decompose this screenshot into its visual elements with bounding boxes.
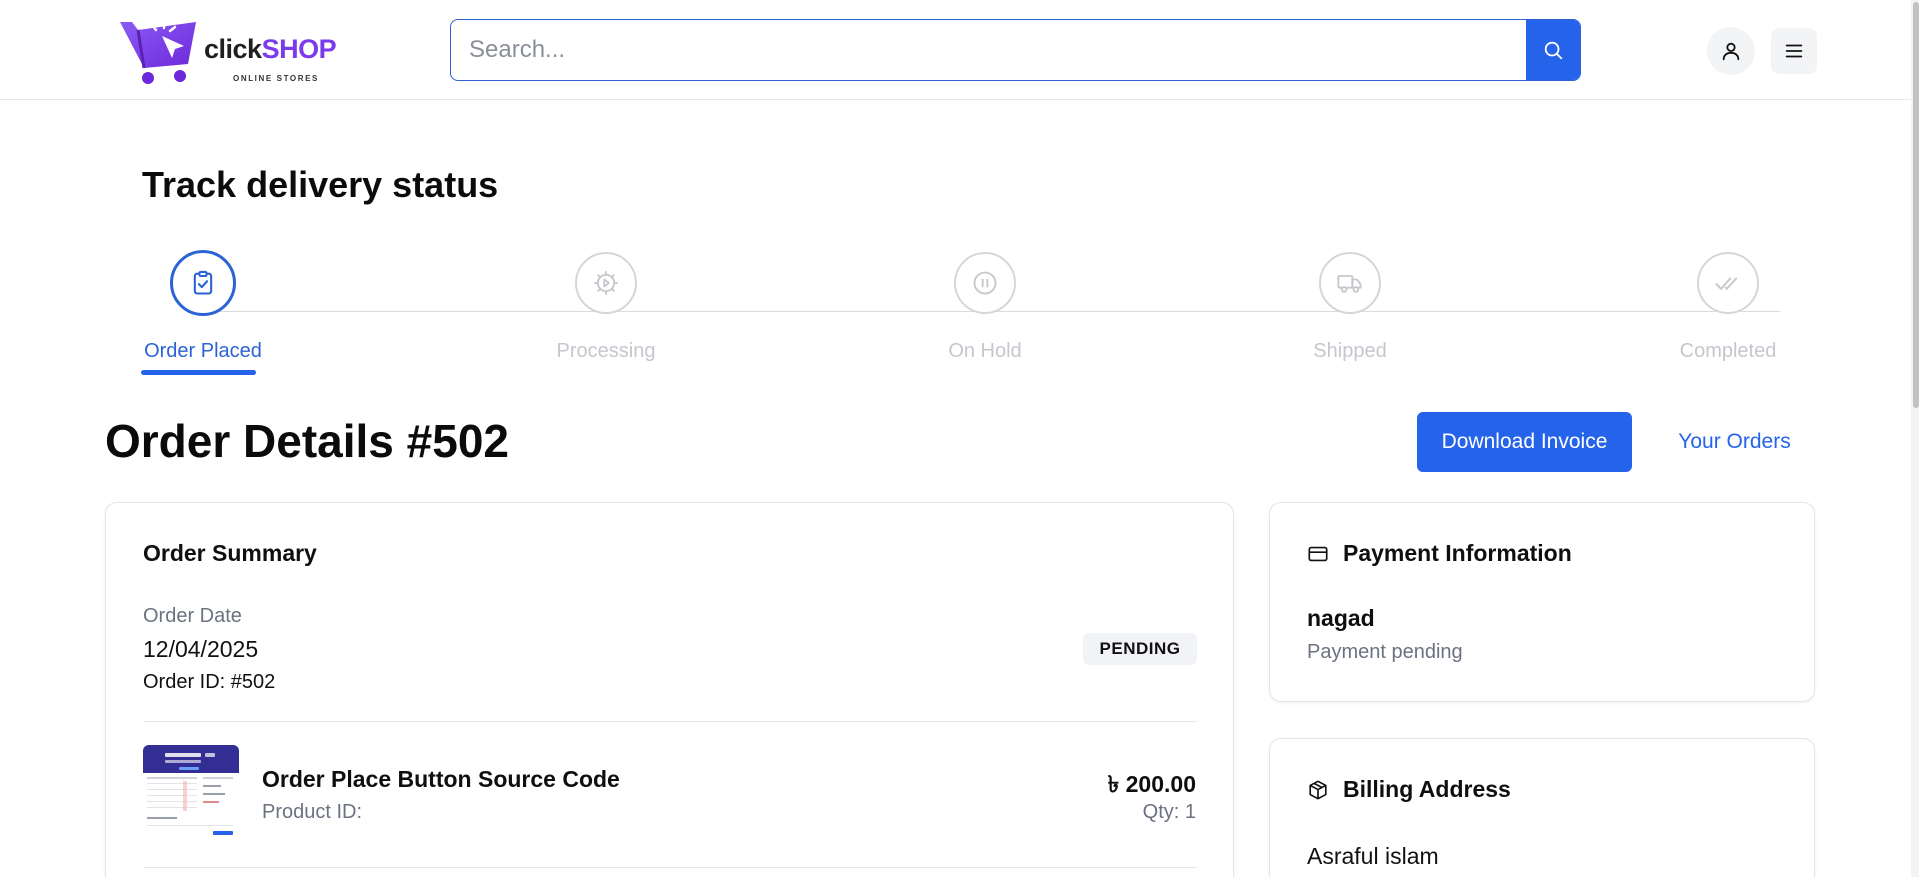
- product-screenshot-image: [143, 745, 239, 841]
- hamburger-menu-icon: [1785, 44, 1803, 58]
- gear-play-icon: [593, 270, 619, 296]
- payment-method: nagad: [1307, 605, 1375, 631]
- double-check-icon: [1715, 277, 1738, 290]
- step-circle: [575, 252, 637, 314]
- download-invoice-button[interactable]: Download Invoice: [1417, 412, 1632, 472]
- product-quantity: Qty: 1: [1142, 801, 1196, 823]
- user-account-button[interactable]: [1707, 27, 1755, 75]
- search-icon: [1544, 41, 1563, 60]
- order-date-value: 12/04/2025: [143, 636, 259, 662]
- pause-icon: [973, 271, 997, 295]
- step-label: Shipped: [1313, 340, 1387, 362]
- order-summary-title: Order Summary: [143, 540, 317, 566]
- user-icon: [1722, 42, 1740, 61]
- track-delivery-title: Track delivery status: [142, 164, 499, 205]
- logo-word-click: click: [204, 34, 262, 64]
- search-input[interactable]: [451, 20, 1508, 80]
- payment-information-title: Payment Information: [1343, 540, 1572, 566]
- search-button[interactable]: [1526, 20, 1580, 80]
- step-circle: [1697, 252, 1759, 314]
- your-orders-link[interactable]: Your Orders: [1657, 430, 1812, 454]
- step-completed[interactable]: Completed: [1638, 252, 1818, 372]
- logo-wordmark: clickSHOP ONLINE STORES: [204, 34, 337, 83]
- item-divider: [143, 867, 1197, 868]
- product-price: ৳ 200.00: [1107, 771, 1196, 797]
- page-scrollbar[interactable]: [1911, 0, 1919, 877]
- clickshop-logo[interactable]: clickSHOP ONLINE STORES: [118, 16, 337, 86]
- step-label: Processing: [556, 340, 656, 362]
- summary-divider: [143, 721, 1197, 722]
- status-badge: PENDING: [1083, 633, 1197, 665]
- step-shipped[interactable]: Shipped: [1260, 252, 1440, 372]
- active-step-indicator: [141, 370, 256, 375]
- product-name[interactable]: Order Place Button Source Code: [262, 766, 620, 793]
- order-id: Order ID: #502: [143, 671, 276, 693]
- billing-name: Asraful islam: [1307, 843, 1439, 869]
- step-label: On Hold: [948, 340, 1022, 362]
- package-icon: [1307, 779, 1329, 801]
- truck-icon: [1337, 275, 1362, 293]
- logo-subtitle: ONLINE STORES: [233, 74, 319, 83]
- clipboard-check-icon: [193, 270, 213, 295]
- scrollbar-thumb[interactable]: [1913, 2, 1919, 408]
- billing-address-heading: Billing Address: [1307, 776, 1511, 803]
- billing-address-card: Billing Address Asraful islam: [1269, 738, 1815, 877]
- order-date-label: Order Date: [143, 605, 242, 627]
- logo-word-shop: SHOP: [261, 34, 337, 64]
- step-on-hold[interactable]: On Hold: [895, 252, 1075, 372]
- cart-logo-icon: [120, 19, 196, 84]
- order-summary-card: Order Summary Order Date 12/04/2025 Orde…: [105, 502, 1234, 877]
- site-header: clickSHOP ONLINE STORES: [0, 0, 1919, 100]
- payment-information-card: Payment Information nagad Payment pendin…: [1269, 502, 1815, 702]
- step-circle: [170, 250, 236, 316]
- step-circle: [954, 252, 1016, 314]
- product-id: Product ID:: [262, 801, 363, 823]
- step-order-placed[interactable]: Order Placed: [113, 250, 293, 372]
- search-bar: [450, 19, 1581, 81]
- step-processing[interactable]: Processing: [516, 252, 696, 372]
- step-label: Completed: [1679, 340, 1777, 362]
- billing-address-title: Billing Address: [1343, 776, 1511, 802]
- step-label: Order Placed: [144, 340, 262, 362]
- order-details-title: Order Details #502: [105, 415, 510, 467]
- payment-information-heading: Payment Information: [1307, 540, 1572, 567]
- payment-status: Payment pending: [1307, 641, 1463, 663]
- main-menu-button[interactable]: [1771, 28, 1817, 74]
- credit-card-icon: [1307, 543, 1329, 565]
- product-thumbnail[interactable]: [143, 745, 239, 841]
- step-circle: [1319, 252, 1381, 314]
